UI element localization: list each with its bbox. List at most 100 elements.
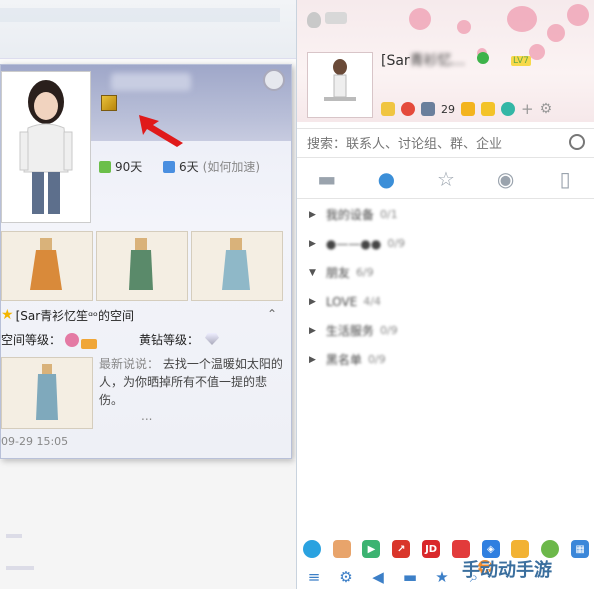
- main-menu-icon[interactable]: ≡: [305, 568, 323, 586]
- group-name: 黑名单: [325, 353, 362, 367]
- accelerate-value: 6天: [179, 160, 199, 174]
- qq-header: [Sar青衫忆... LV7 29 + ⚙: [297, 0, 594, 122]
- message-icon: ▬: [317, 167, 337, 191]
- contact-groups: ▶ 我的设备 0/1 ▶ ●——●● 0/9 ▼ 朋友 6/9 ▶ LOVE 4…: [297, 200, 594, 374]
- photo-thumbnail[interactable]: [1, 231, 93, 301]
- phone-icon: ▯: [559, 167, 571, 191]
- group-count: 0/9: [379, 324, 398, 337]
- latest-post-label: 最新说说：: [99, 357, 160, 371]
- accelerate-stat: 6天 (如何加速): [163, 158, 260, 175]
- qq-nickname[interactable]: [Sar青衫忆...: [381, 50, 465, 70]
- group-icon: ◉: [496, 167, 515, 191]
- contact-group[interactable]: ▶ ●——●● 0/9: [297, 229, 594, 258]
- expand-triangle-icon: ▶: [309, 296, 316, 307]
- group-name: 朋友: [325, 266, 350, 280]
- qq-search-bar[interactable]: [297, 128, 594, 158]
- volume-icon[interactable]: ◀: [369, 568, 387, 586]
- browser-app-icon[interactable]: [302, 540, 321, 558]
- online-status-icon[interactable]: [477, 52, 489, 64]
- avatar-figure: [324, 59, 356, 101]
- settings-icon[interactable]: ⚙: [540, 101, 553, 117]
- tab-groups[interactable]: ◉: [491, 164, 521, 194]
- favorites-icon[interactable]: ★: [433, 568, 451, 586]
- chat-bubble-icon[interactable]: [501, 102, 515, 116]
- group-count: 0/9: [367, 353, 386, 366]
- contact-group[interactable]: ▶ 生活服务 0/9: [297, 316, 594, 345]
- video-app-icon[interactable]: ▶: [362, 540, 381, 558]
- latest-post-thumbnail[interactable]: [1, 357, 93, 429]
- collapse-chevron-icon[interactable]: ⌃: [267, 307, 277, 321]
- search-icon[interactable]: [569, 134, 585, 150]
- tab-contacts[interactable]: ●: [371, 164, 401, 194]
- shop-icon[interactable]: [481, 102, 495, 116]
- qq-service-icons: 29 + ⚙: [381, 100, 552, 118]
- game-app-icon[interactable]: [332, 540, 351, 558]
- active-days-value: 90天: [115, 160, 143, 174]
- profile-avatar[interactable]: [1, 71, 91, 223]
- group-count: 6/9: [355, 266, 374, 279]
- flower-level-icon: [65, 333, 79, 347]
- wallet-icon[interactable]: [461, 102, 475, 116]
- blossom-decoration: [457, 20, 471, 34]
- accelerate-link[interactable]: (如何加速): [203, 158, 260, 175]
- contact-group[interactable]: ▶ LOVE 4/4: [297, 287, 594, 316]
- edit-signature-icon[interactable]: [101, 95, 117, 111]
- add-icon[interactable]: +: [521, 100, 534, 118]
- group-count: 4/4: [363, 295, 381, 308]
- blossom-decoration: [507, 6, 537, 32]
- expand-triangle-icon: ▶: [309, 238, 316, 249]
- calendar-icon: [99, 160, 111, 173]
- folder-icon[interactable]: ▬: [401, 568, 419, 586]
- qq-avatar[interactable]: [307, 52, 373, 118]
- tab-messages[interactable]: ▬: [312, 164, 342, 194]
- sketch-figure: [30, 238, 62, 290]
- contacts-icon: ●: [377, 167, 396, 191]
- qzone-row[interactable]: ★ [Sar青衫忆笙ᵅᵒ的空间: [1, 305, 291, 325]
- stock-app-icon[interactable]: ↗: [392, 540, 411, 558]
- group-count: 0/9: [387, 237, 406, 250]
- background-lower-area: [0, 460, 296, 589]
- latest-post[interactable]: 最新说说： 去找一个温暖如太阳的人，为你晒掉所有不值一提的悲伤。: [99, 355, 285, 409]
- watermark: 手动动手游: [462, 560, 552, 581]
- tab-qzone[interactable]: ☆: [431, 164, 461, 194]
- background-line: [6, 534, 22, 538]
- clock-icon: [163, 160, 175, 173]
- settings-gear-icon[interactable]: ⚙: [337, 568, 355, 586]
- contact-group[interactable]: ▼ 朋友 6/9: [297, 258, 594, 287]
- qq-penguin-icon: [307, 12, 321, 28]
- tab-devices[interactable]: ▯: [550, 164, 580, 194]
- group-name: 生活服务: [325, 324, 374, 338]
- level-badge-icon: [81, 339, 97, 349]
- mail-icon[interactable]: [421, 102, 435, 116]
- sketch-figure: [129, 238, 153, 290]
- latest-post-more[interactable]: ...: [141, 409, 152, 423]
- photo-thumbnail[interactable]: [191, 231, 283, 301]
- expand-triangle-icon: ▶: [309, 325, 316, 336]
- medal-icon[interactable]: [263, 69, 285, 91]
- search-input[interactable]: [305, 133, 559, 155]
- collapse-triangle-icon: ▼: [309, 267, 316, 278]
- blossom-decoration: [529, 44, 545, 60]
- photo-thumbnail[interactable]: [96, 231, 188, 301]
- vip-crown-icon[interactable]: [381, 102, 395, 116]
- qq-level-badge[interactable]: LV7: [511, 56, 531, 66]
- blossom-decoration: [567, 4, 589, 26]
- profile-card: 90天 6天 (如何加速) ★ [Sar青衫忆笙ᵅᵒ的空间 ⌃ 空间等级： 黄钻…: [0, 64, 292, 459]
- browser-icon[interactable]: [401, 102, 415, 116]
- mail-count: 29: [441, 102, 455, 116]
- expand-triangle-icon: ▶: [309, 209, 316, 220]
- blurred-nickname: [111, 73, 191, 91]
- active-days-stat: 90天: [99, 158, 142, 175]
- contact-group[interactable]: ▶ 黑名单 0/9: [297, 345, 594, 374]
- red-arrow-icon: [139, 115, 183, 147]
- avatar-figure: [19, 80, 73, 214]
- group-name: 我的设备: [325, 208, 374, 222]
- qzone-title[interactable]: [Sar青衫忆笙ᵅᵒ的空间: [16, 307, 134, 324]
- star-outline-icon: ☆: [437, 167, 455, 191]
- jd-app-icon[interactable]: JD: [422, 540, 441, 558]
- sketch-figure: [36, 364, 58, 420]
- vip-level-label: 黄钻等级：: [139, 333, 200, 347]
- contact-group[interactable]: ▶ 我的设备 0/1: [297, 200, 594, 229]
- apps-grid-icon[interactable]: ▦: [571, 540, 590, 558]
- background-line: [6, 566, 34, 570]
